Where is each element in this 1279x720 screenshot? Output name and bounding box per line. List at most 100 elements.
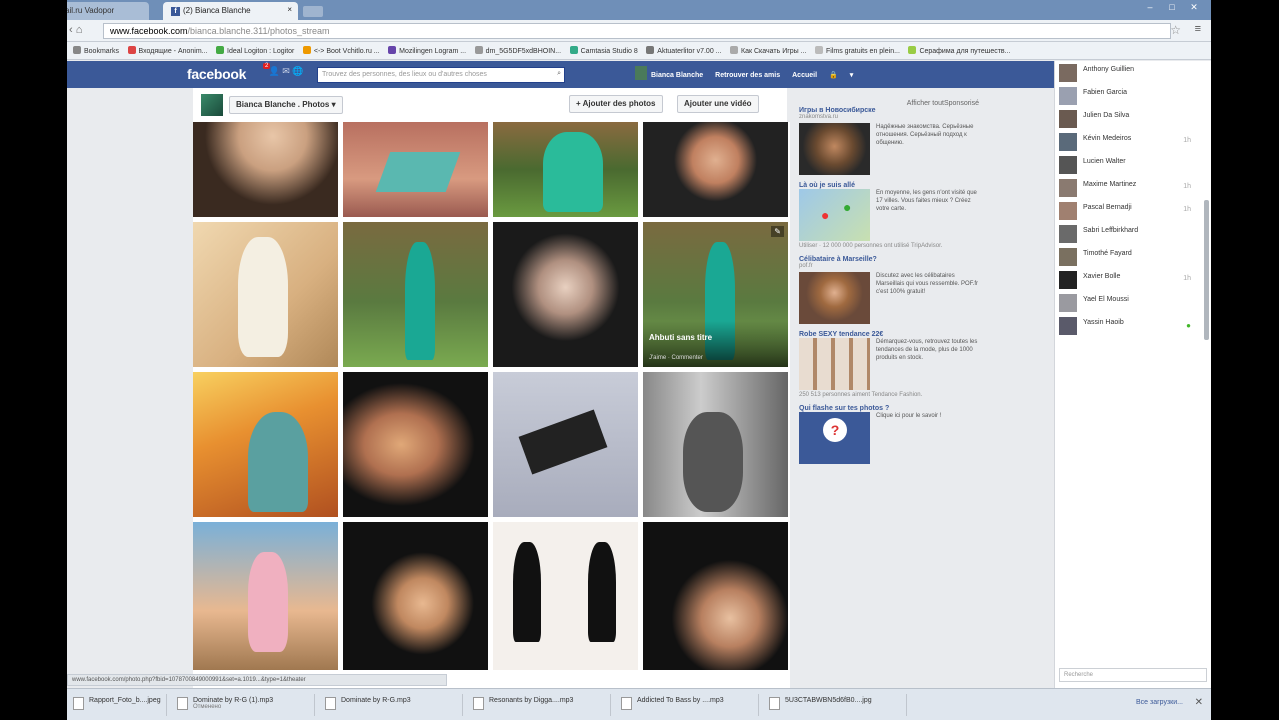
bookmark-item[interactable]: <-> Boot Vchitlo.ru ... <box>302 46 380 55</box>
avatar <box>1059 202 1077 220</box>
file-icon <box>73 697 84 710</box>
chat-friend[interactable]: Xavier Bolle 1h <box>1055 268 1211 291</box>
search-icon[interactable]: ⌕ <box>557 70 561 78</box>
profile-thumbnail[interactable] <box>201 94 223 116</box>
download-item[interactable]: Dominate by R-G (1).mp3 Отменено <box>171 694 315 716</box>
chat-friend[interactable]: Pascal Bernadji 1h <box>1055 199 1211 222</box>
menu-icon[interactable]: ≡ <box>1195 23 1201 35</box>
maximize-icon[interactable]: □ <box>1161 2 1183 12</box>
chat-friend[interactable]: Anthony Guillien <box>1055 61 1211 84</box>
find-friends-link[interactable]: Retrouver des amis <box>715 72 780 79</box>
bookmark-item[interactable]: Aktuaterlitor v7.00 ... <box>646 46 722 55</box>
download-item[interactable]: 5U3CTABWBN5d6fB0....jpg <box>763 694 907 716</box>
ad-domain: znakomstva.ru <box>799 114 839 120</box>
chat-friend[interactable]: Lucien Walter <box>1055 153 1211 176</box>
chat-friend[interactable]: Kévin Medeiros 1h <box>1055 130 1211 153</box>
ad-title[interactable]: Игры в Новосибирске <box>799 107 979 114</box>
tab-facebook[interactable]: f (2) Bianca Blanche × <box>163 2 298 20</box>
download-item[interactable]: Addicted To Bass by ....mp3 <box>615 694 759 716</box>
ad-title[interactable]: Qui flashe sur tes photos ? <box>799 405 979 412</box>
friend-message-notification-icons[interactable]: 👤 ✉ 🌐 <box>261 66 304 77</box>
chat-friend[interactable]: Yassin Haoib ● <box>1055 314 1211 337</box>
ad-item[interactable]: Robe SEXY tendance 22€ Démarquez-vous, r… <box>799 331 979 398</box>
ad-image[interactable]: ? <box>799 412 870 464</box>
chat-search-input[interactable]: Recherche <box>1059 668 1207 682</box>
like-comment-links[interactable]: J'aime · Commenter <box>649 355 703 361</box>
avatar <box>1059 248 1077 266</box>
photo-thumbnail[interactable] <box>493 122 638 217</box>
bookmark-item[interactable]: Как Скачать Игры ... <box>730 46 806 55</box>
download-item[interactable]: Dominate by R-G.mp3 <box>319 694 463 716</box>
tab-mail[interactable]: ail.ru Vadopor <box>67 2 149 20</box>
facebook-favicon-icon: f <box>171 7 180 16</box>
ad-text: En moyenne, les gens n'ont visité que 17… <box>876 190 977 212</box>
photo-thumbnail[interactable] <box>643 122 788 217</box>
profile-link[interactable]: Bianca Blanche <box>651 72 703 79</box>
photo-thumbnail[interactable] <box>643 522 788 670</box>
url-field[interactable]: www.facebook.com/bianca.blanche.311/phot… <box>103 23 1171 39</box>
photo-thumbnail[interactable]: ✎ Ahbuti sans titre J'aime · Commenter <box>643 222 788 367</box>
bookmark-item[interactable]: Входящие - Anonim... <box>127 46 208 55</box>
photo-thumbnail[interactable] <box>193 522 338 670</box>
photo-thumbnail[interactable] <box>343 222 488 367</box>
chat-friend[interactable]: Yael El Moussi <box>1055 291 1211 314</box>
photo-thumbnail[interactable] <box>343 122 488 217</box>
add-video-button[interactable]: Ajouter une vidéo <box>677 95 759 113</box>
photo-thumbnail[interactable] <box>193 222 338 367</box>
photo-thumbnail[interactable] <box>343 522 488 670</box>
download-item[interactable]: Rapport_Foto_b....jpeg <box>67 694 167 716</box>
settings-icon[interactable]: ▾ <box>850 72 854 79</box>
album-selector[interactable]: Bianca Blanche . Photos ▾ <box>229 96 343 114</box>
download-item[interactable]: Resonants by Digga....mp3 <box>467 694 611 716</box>
add-photos-button[interactable]: + Ajouter des photos <box>569 95 663 113</box>
photo-thumbnail[interactable] <box>643 372 788 517</box>
chat-friend[interactable]: Sabri Leffbirkhard <box>1055 222 1211 245</box>
chat-friend[interactable]: Fabien Garcia <box>1055 84 1211 107</box>
close-tab-icon[interactable]: × <box>287 5 292 14</box>
ad-map-image[interactable]: ● ● <box>799 189 870 241</box>
scrollbar[interactable] <box>1204 200 1209 340</box>
ad-title[interactable]: Robe SEXY tendance 22€ <box>799 331 979 338</box>
close-window-icon[interactable]: ✕ <box>1183 2 1205 13</box>
photo-thumbnail[interactable] <box>493 372 638 517</box>
chat-friend[interactable]: Timothé Fayard <box>1055 245 1211 268</box>
bookmark-item[interactable]: Bookmarks <box>73 46 119 55</box>
ad-item[interactable]: Игры в Новосибирске znakomstva.ru Надёжн… <box>799 107 979 175</box>
photo-thumbnail[interactable] <box>493 522 638 670</box>
bookmark-star-icon[interactable]: ☆ <box>1170 23 1181 37</box>
avatar[interactable] <box>635 66 647 80</box>
ad-title[interactable]: Célibataire à Marseille? <box>799 256 979 263</box>
bookmark-item[interactable]: Ideal Logiton : Logitor <box>216 46 294 55</box>
photo-thumbnail[interactable] <box>193 372 338 517</box>
photo-thumbnail[interactable] <box>493 222 638 367</box>
edit-pencil-icon[interactable]: ✎ <box>771 226 784 237</box>
see-all-ads-link[interactable]: Afficher tout <box>907 100 944 107</box>
back-forward-reload-icons[interactable]: ‹ ⌂ <box>69 24 82 36</box>
chat-friend[interactable]: Julien Da Silva <box>1055 107 1211 130</box>
facebook-logo[interactable]: facebook <box>187 66 246 82</box>
ad-item[interactable]: Célibataire à Marseille? pof.fr Discutez… <box>799 256 979 324</box>
chat-friend[interactable]: Maxime Martinez 1h <box>1055 176 1211 199</box>
bookmark-item[interactable]: Mozilingen Logram ... <box>388 46 466 55</box>
ad-image[interactable] <box>799 338 870 390</box>
avatar <box>1059 294 1077 312</box>
ad-item[interactable]: Là où je suis allé ● ● En moyenne, les gen… <box>799 182 979 249</box>
ad-item[interactable]: Qui flashe sur tes photos ? ? Clique ici … <box>799 405 979 464</box>
photo-caption[interactable]: Ahbuti sans titre <box>649 333 782 342</box>
ad-title[interactable]: Là où je suis allé <box>799 182 979 189</box>
facebook-search-input[interactable]: Trouvez des personnes, des lieux ou d'au… <box>317 67 565 83</box>
home-link[interactable]: Accueil <box>792 72 817 79</box>
show-all-downloads-link[interactable]: Все загрузки... <box>1136 699 1183 706</box>
privacy-icon[interactable]: 🔒 <box>829 72 838 79</box>
bookmark-item[interactable]: dm_5G5DF5xdBHOIN... <box>474 46 561 55</box>
new-tab-button[interactable] <box>303 6 323 17</box>
bookmark-item[interactable]: Серафима для путешеств... <box>908 46 1010 55</box>
ad-image[interactable] <box>799 272 870 324</box>
bookmark-item[interactable]: Films gratuits en plein... <box>815 46 900 55</box>
minimize-icon[interactable]: – <box>1139 2 1161 12</box>
photo-thumbnail[interactable] <box>343 372 488 517</box>
close-icon[interactable]: ✕ <box>1195 697 1203 708</box>
ad-image[interactable] <box>799 123 870 175</box>
bookmark-item[interactable]: Camtasia Studio 8 <box>569 46 638 55</box>
photo-thumbnail[interactable] <box>193 122 338 217</box>
